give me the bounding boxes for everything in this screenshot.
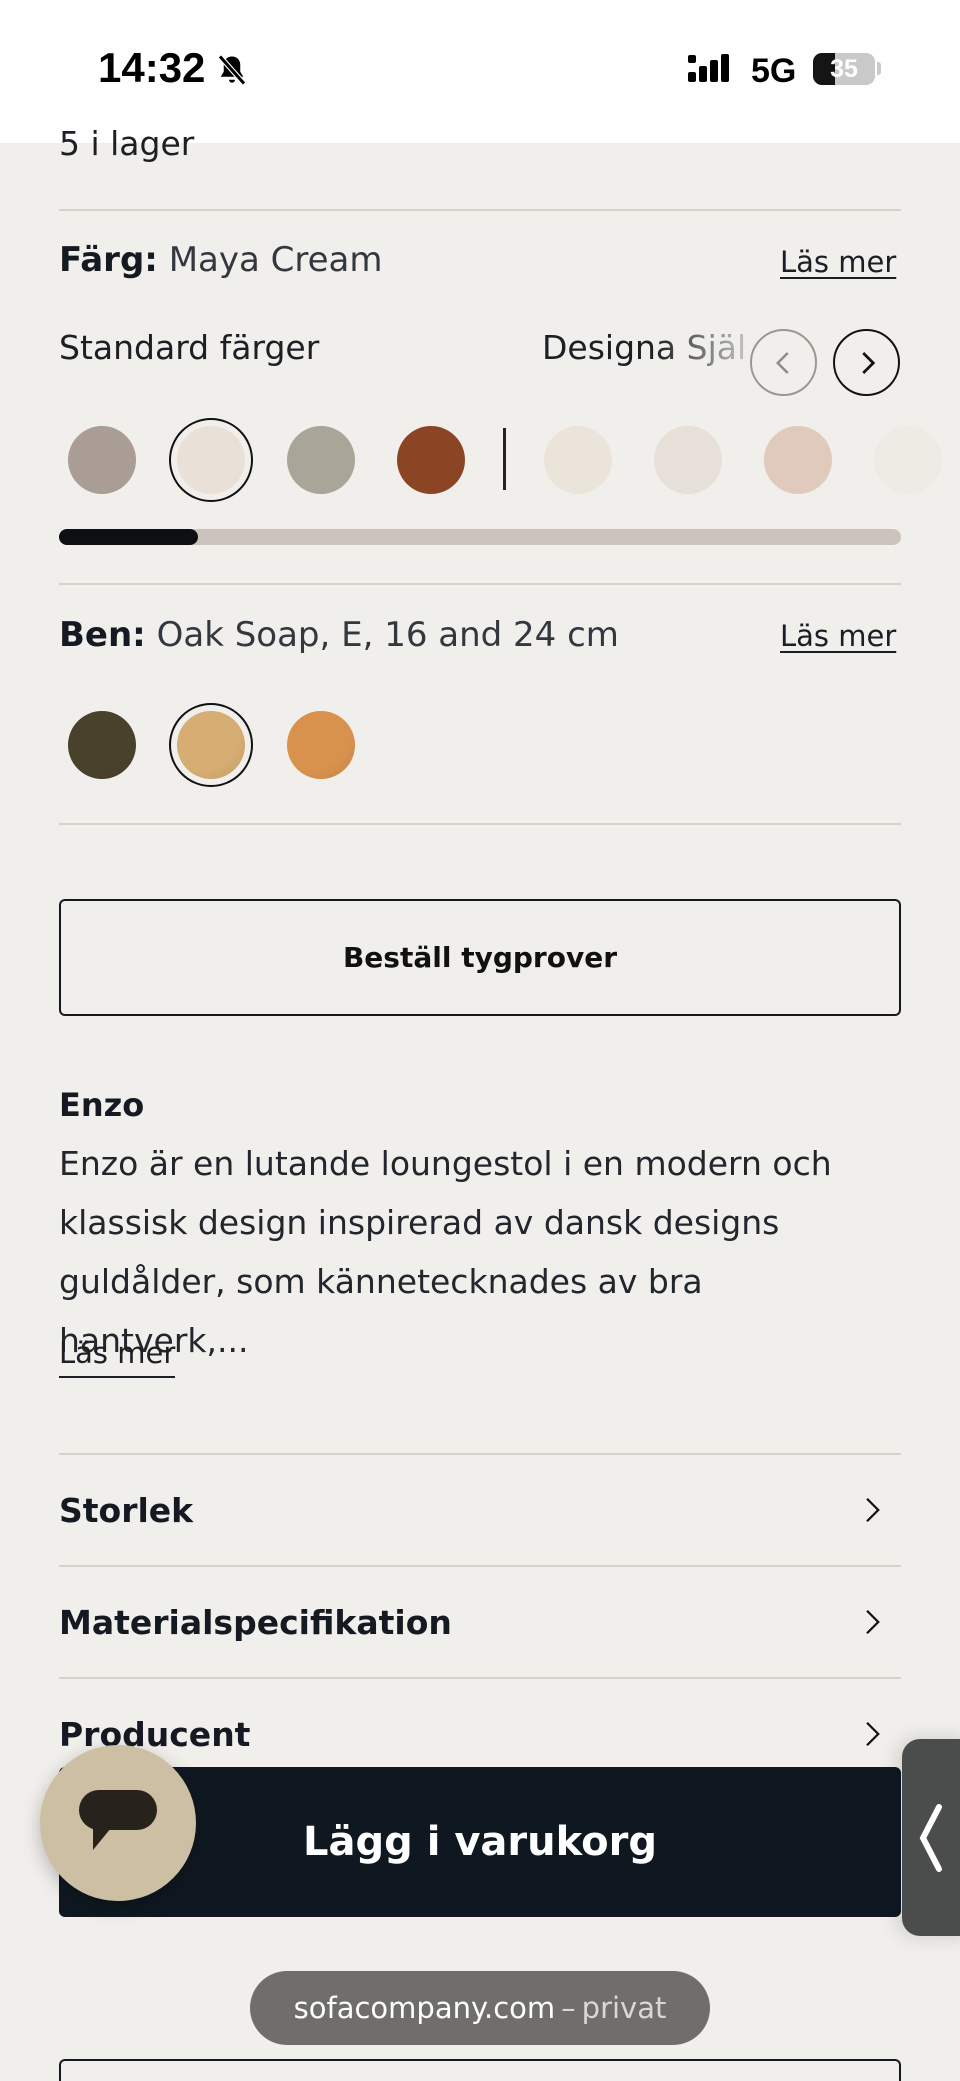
browser-address-bar[interactable]: sofacompany.com – privat [250,1971,710,2045]
color-label-row: Färg: Maya Cream [59,240,382,280]
divider [59,823,901,825]
chevron-right-icon [861,351,875,374]
legs-read-more-link[interactable]: Läs mer [780,619,896,653]
color-swatch[interactable] [177,426,245,494]
standard-colors-label[interactable]: Standard färger [59,328,319,367]
next-colors-button[interactable] [833,329,900,396]
leg-swatch[interactable] [287,711,355,779]
color-swatch[interactable] [764,426,832,494]
prev-colors-button[interactable] [750,329,817,396]
secondary-button-partial[interactable] [59,2059,901,2081]
browser-domain: sofacompany.com [293,1991,556,2025]
browser-private-mode: privat [581,1991,667,2025]
color-swatch[interactable] [874,426,942,494]
divider [59,583,901,585]
browser-separator: – [561,1991,576,2025]
swatch-scrollbar-thumb[interactable] [59,529,198,545]
bell-muted-icon [218,54,246,86]
color-swatch[interactable] [397,426,465,494]
order-fabric-samples-button[interactable]: Beställ tygprover [59,899,901,1016]
divider [59,209,901,211]
battery-icon: 35 [813,53,875,85]
chevron-right-icon [866,1721,880,1747]
swatch-separator [503,428,506,490]
accordion-label: Materialspecifikation [59,1602,452,1642]
browser-side-tab[interactable] [902,1739,960,1936]
chevron-left-icon [919,1803,942,1872]
swatch-scrollbar[interactable] [59,529,901,545]
battery-percent: 35 [830,55,858,83]
product-title: Enzo [59,1086,145,1124]
color-swatch[interactable] [68,426,136,494]
accordion-material-spec[interactable]: Materialspecifikation [59,1565,901,1677]
accordion-size[interactable]: Storlek [59,1453,901,1565]
legs-label: Ben: [59,615,146,655]
signal-icon [688,54,729,82]
battery-tip [877,62,881,75]
accordion-label: Storlek [59,1490,194,1530]
status-bar: 14:32 5G 35 [0,0,960,143]
chat-bubble-icon [79,1790,157,1850]
legs-label-row: Ben: Oak Soap, E, 16 and 24 cm [59,615,619,655]
status-time: 14:32 [98,44,206,91]
product-read-more-link[interactable]: Läs mer [59,1336,176,1378]
legs-value: Oak Soap, E, 16 and 24 cm [156,615,619,655]
color-swatch[interactable] [654,426,722,494]
color-read-more-link[interactable]: Läs mer [780,245,896,279]
accordion-label: Producent [59,1714,251,1754]
chevron-right-icon [866,1497,880,1523]
chevron-left-icon [775,351,789,374]
color-value: Maya Cream [168,240,383,280]
chevron-right-icon [866,1609,880,1635]
color-swatch[interactable] [287,426,355,494]
design-yourself-label[interactable]: Designa Själv [542,328,747,367]
product-description: Enzo är en lutande loungestol i en moder… [59,1144,832,1360]
leg-swatch[interactable] [68,711,136,779]
leg-swatch[interactable] [177,711,245,779]
network-type: 5G [751,52,797,90]
color-swatch[interactable] [544,426,612,494]
color-label: Färg: [59,240,158,280]
chat-button[interactable] [40,1745,196,1901]
stock-status: 5 i lager [59,124,195,163]
